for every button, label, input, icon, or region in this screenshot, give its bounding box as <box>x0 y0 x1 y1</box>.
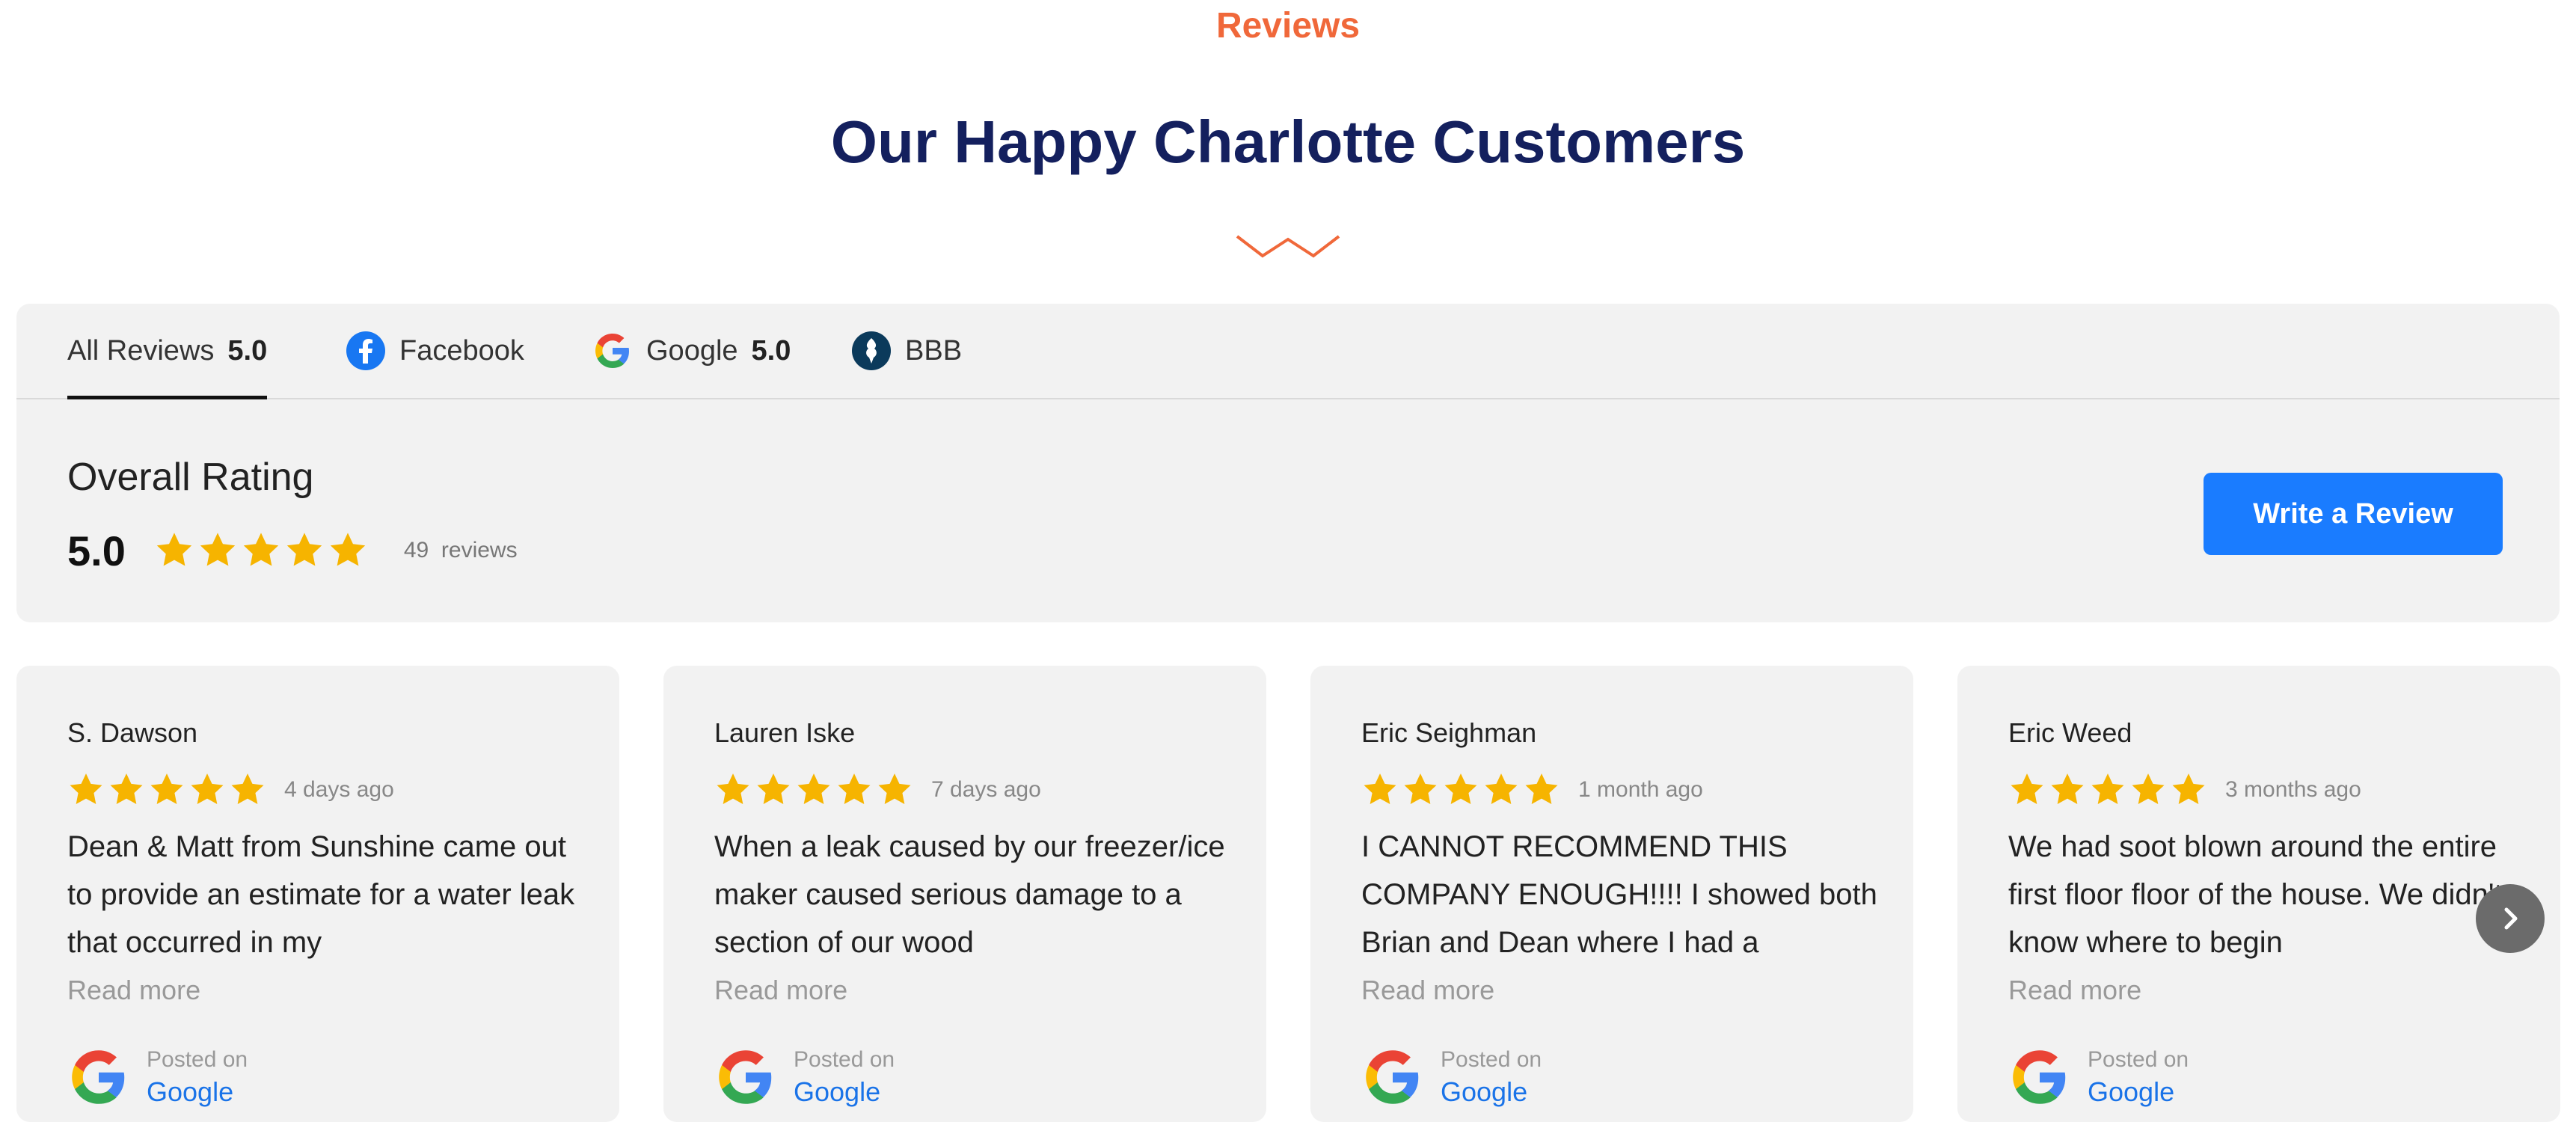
rating-summary-panel: All Reviews 5.0 Facebook Google 5.0 BBB … <box>16 304 2560 622</box>
chevron-right-icon <box>2504 907 2518 930</box>
review-card: Eric Seighman 1 month ago I CANNOT RECOMME… <box>1310 666 1913 1122</box>
overall-rating-row: 5.0 49 reviews <box>67 521 518 580</box>
read-more-link[interactable]: Read more <box>1361 974 1494 1007</box>
overall-rating-label: Overall Rating <box>67 456 314 499</box>
write-review-button[interactable]: Write a Review <box>2204 473 2503 555</box>
star-icon <box>231 773 264 804</box>
star-icon <box>243 533 279 566</box>
star-icon <box>150 773 183 804</box>
review-text: When a leak caused by our freezer/ice ma… <box>714 830 1225 959</box>
review-card: S. Dawson 4 days ago Dean & Matt from Suns… <box>16 666 619 1122</box>
review-source-link[interactable]: Google <box>147 1075 248 1109</box>
google-icon <box>595 334 629 368</box>
facebook-icon <box>346 331 385 370</box>
review-rating-row: 7 days ago <box>714 769 1041 811</box>
review-source-link[interactable]: Google <box>2088 1075 2189 1109</box>
star-icon <box>1444 773 1477 804</box>
reviews-section: Reviews Our Happy Charlotte Customers Al… <box>0 0 2576 1122</box>
review-rating-row: 1 month ago <box>1361 769 1703 811</box>
star-icon <box>1485 773 1518 804</box>
review-date: 1 month ago <box>1578 777 1703 802</box>
posted-on-source: Posted on Google <box>67 1040 248 1115</box>
star-icon <box>838 773 871 804</box>
section-title: Our Happy Charlotte Customers <box>830 108 1746 175</box>
review-text: We had soot blown around the entire firs… <box>2008 830 2503 959</box>
star-icon <box>330 533 366 566</box>
tab-rating: 5.0 <box>227 334 268 367</box>
star-icon <box>2132 773 2165 804</box>
star-icon <box>797 773 830 804</box>
posted-on-label: Posted on <box>2088 1047 2189 1072</box>
review-source-tabs: All Reviews 5.0 Facebook Google 5.0 BBB <box>16 304 2560 399</box>
google-icon <box>2013 1050 2066 1104</box>
review-date: 4 days ago <box>284 777 394 802</box>
tab-facebook[interactable]: Facebook <box>346 304 524 398</box>
tab-label: BBB <box>905 334 963 367</box>
review-text: I CANNOT RECOMMEND THIS COMPANY ENOUGH!!… <box>1361 830 1877 959</box>
posted-on-source: Posted on Google <box>1361 1040 1542 1115</box>
reviewer-name: Eric Seighman <box>1361 717 1537 748</box>
reviewer-name: S. Dawson <box>67 717 198 748</box>
carousel-next-button[interactable] <box>2476 884 2545 953</box>
star-icon <box>878 773 911 804</box>
reviewer-name: Eric Weed <box>2008 717 2132 748</box>
posted-on-source: Posted on Google <box>714 1040 895 1115</box>
review-card: Eric Weed 3 months ago We had soot blown a… <box>1957 666 2560 1122</box>
star-rating <box>1361 771 1560 809</box>
star-icon <box>1404 773 1437 804</box>
tab-all-reviews[interactable]: All Reviews 5.0 <box>67 304 268 399</box>
review-rating-row: 3 months ago <box>2008 769 2361 811</box>
tab-label: Facebook <box>399 334 524 367</box>
posted-on-source: Posted on Google <box>2008 1040 2189 1115</box>
star-rating <box>154 530 368 571</box>
tab-bbb[interactable]: BBB <box>851 304 962 398</box>
reviewer-name: Lauren Iske <box>714 717 856 748</box>
star-icon <box>110 773 143 804</box>
read-more-link[interactable]: Read more <box>67 974 200 1007</box>
read-more-link[interactable]: Read more <box>714 974 847 1007</box>
star-icon <box>717 773 749 804</box>
review-rating-row: 4 days ago <box>67 769 394 811</box>
star-rating <box>714 771 913 809</box>
star-icon <box>1364 773 1396 804</box>
star-icon <box>2091 773 2124 804</box>
section-eyebrow: Reviews <box>1215 6 1361 46</box>
read-more-link[interactable]: Read more <box>2008 974 2141 1007</box>
star-icon <box>191 773 224 804</box>
tab-label: Google <box>646 334 738 367</box>
star-icon <box>1525 773 1558 804</box>
review-source-link[interactable]: Google <box>1441 1075 1542 1109</box>
review-date: 7 days ago <box>931 777 1041 802</box>
star-icon <box>200 533 236 566</box>
tab-google[interactable]: Google 5.0 <box>592 304 791 398</box>
bbb-icon <box>852 331 891 370</box>
star-rating <box>67 771 266 809</box>
star-icon <box>2051 773 2084 804</box>
zigzag-divider-icon <box>1236 235 1340 258</box>
tab-label: All Reviews <box>67 334 215 367</box>
review-date: 3 months ago <box>2225 777 2361 802</box>
review-text: Dean & Matt from Sunshine came out to pr… <box>67 830 575 959</box>
tab-rating: 5.0 <box>751 334 791 367</box>
overall-rating-value: 5.0 <box>67 527 126 574</box>
posted-on-label: Posted on <box>794 1047 895 1072</box>
star-icon <box>70 773 102 804</box>
google-icon <box>1366 1050 1419 1104</box>
google-icon <box>719 1050 772 1104</box>
review-source-link[interactable]: Google <box>794 1075 895 1109</box>
star-rating <box>2008 771 2207 809</box>
google-icon <box>72 1050 125 1104</box>
star-icon <box>2011 773 2043 804</box>
star-icon <box>286 533 322 566</box>
star-icon <box>156 533 192 566</box>
review-count: 49 reviews <box>403 538 518 562</box>
star-icon <box>2172 773 2205 804</box>
review-card: Lauren Iske 7 days ago When a leak caused … <box>663 666 1266 1122</box>
star-icon <box>757 773 790 804</box>
posted-on-label: Posted on <box>1441 1047 1542 1072</box>
posted-on-label: Posted on <box>147 1047 248 1072</box>
